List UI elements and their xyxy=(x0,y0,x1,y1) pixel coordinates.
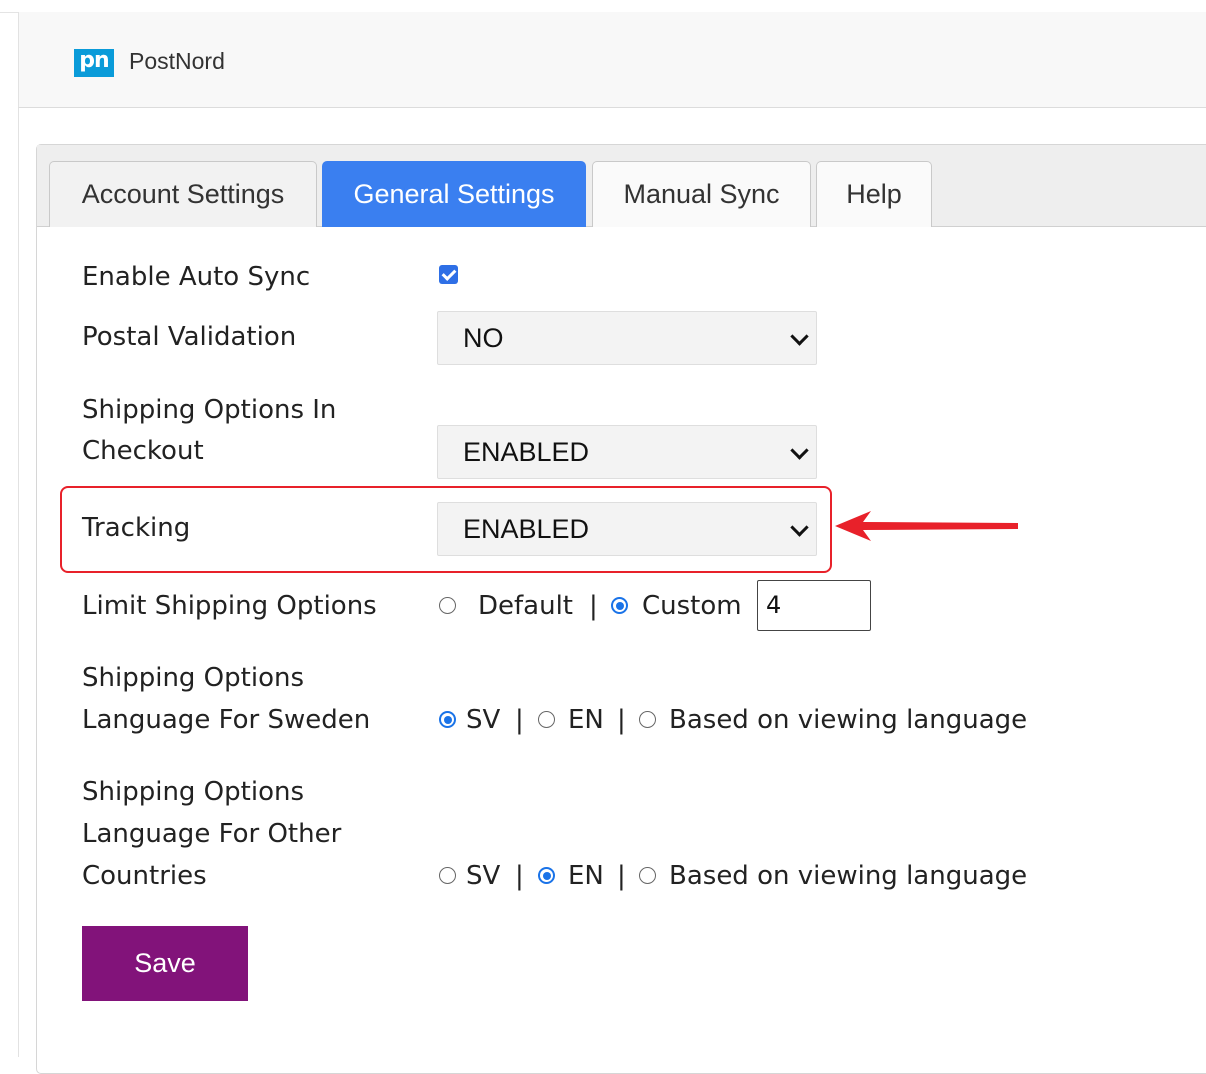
lang-sweden-en-label: EN xyxy=(568,705,604,735)
tab-general-settings[interactable]: General Settings xyxy=(322,161,586,227)
tab-account-settings[interactable]: Account Settings xyxy=(49,161,317,227)
limit-custom-label: Custom xyxy=(642,591,742,621)
lang-other-label-line2: Language For Other xyxy=(82,819,342,849)
lang-other-label-line1: Shipping Options xyxy=(82,777,305,807)
lang-sweden-viewing-label: Based on viewing language xyxy=(669,705,1028,735)
limit-default-label: Default xyxy=(478,591,573,621)
lang-other-sv-label: SV xyxy=(466,861,501,891)
red-arrow-icon xyxy=(835,511,1018,541)
lang-other-en-label: EN xyxy=(568,861,604,891)
chevron-down-icon xyxy=(790,327,809,346)
separator: | xyxy=(515,705,524,735)
lang-other-en-radio[interactable] xyxy=(538,867,555,884)
shipping-checkout-value: ENABLED xyxy=(463,437,590,467)
app-title: PostNord xyxy=(129,48,225,74)
postnord-logo-icon: pn xyxy=(74,49,114,77)
chevron-down-icon xyxy=(790,441,809,460)
lang-sweden-sv-radio[interactable] xyxy=(439,711,456,728)
limit-custom-input[interactable]: 4 xyxy=(757,580,871,631)
lang-sweden-label-line2: Language For Sweden xyxy=(82,705,371,735)
separator: | xyxy=(515,861,524,891)
separator: | xyxy=(617,705,626,735)
lang-sweden-sv-label: SV xyxy=(466,705,501,735)
shipping-checkout-label-line2: Checkout xyxy=(82,436,204,466)
postal-validation-select[interactable]: NO xyxy=(437,311,817,365)
tab-manual-sync[interactable]: Manual Sync xyxy=(592,161,811,227)
lang-other-label-line3: Countries xyxy=(82,861,207,891)
separator: | xyxy=(589,591,598,621)
limit-custom-radio[interactable] xyxy=(611,597,628,614)
app-header: pn PostNord xyxy=(18,12,1206,108)
save-button[interactable]: Save xyxy=(82,926,248,1001)
auto-sync-checkbox[interactable] xyxy=(439,265,458,284)
left-border xyxy=(18,108,19,1057)
lang-other-sv-radio[interactable] xyxy=(439,867,456,884)
shipping-checkout-select[interactable]: ENABLED xyxy=(437,425,817,479)
tab-help[interactable]: Help xyxy=(816,161,932,227)
limit-default-radio[interactable] xyxy=(439,597,456,614)
lang-sweden-en-radio[interactable] xyxy=(538,711,555,728)
lang-other-viewing-label: Based on viewing language xyxy=(669,861,1028,891)
tracking-highlight-box xyxy=(60,486,832,573)
separator: | xyxy=(617,861,626,891)
postal-validation-value: NO xyxy=(463,323,504,353)
lang-sweden-label-line1: Shipping Options xyxy=(82,663,305,693)
postal-validation-label: Postal Validation xyxy=(82,322,297,352)
lang-other-viewing-radio[interactable] xyxy=(639,867,656,884)
limit-shipping-label: Limit Shipping Options xyxy=(82,591,377,621)
auto-sync-label: Enable Auto Sync xyxy=(82,262,311,292)
lang-sweden-viewing-radio[interactable] xyxy=(639,711,656,728)
shipping-checkout-label-line1: Shipping Options In xyxy=(82,395,337,425)
